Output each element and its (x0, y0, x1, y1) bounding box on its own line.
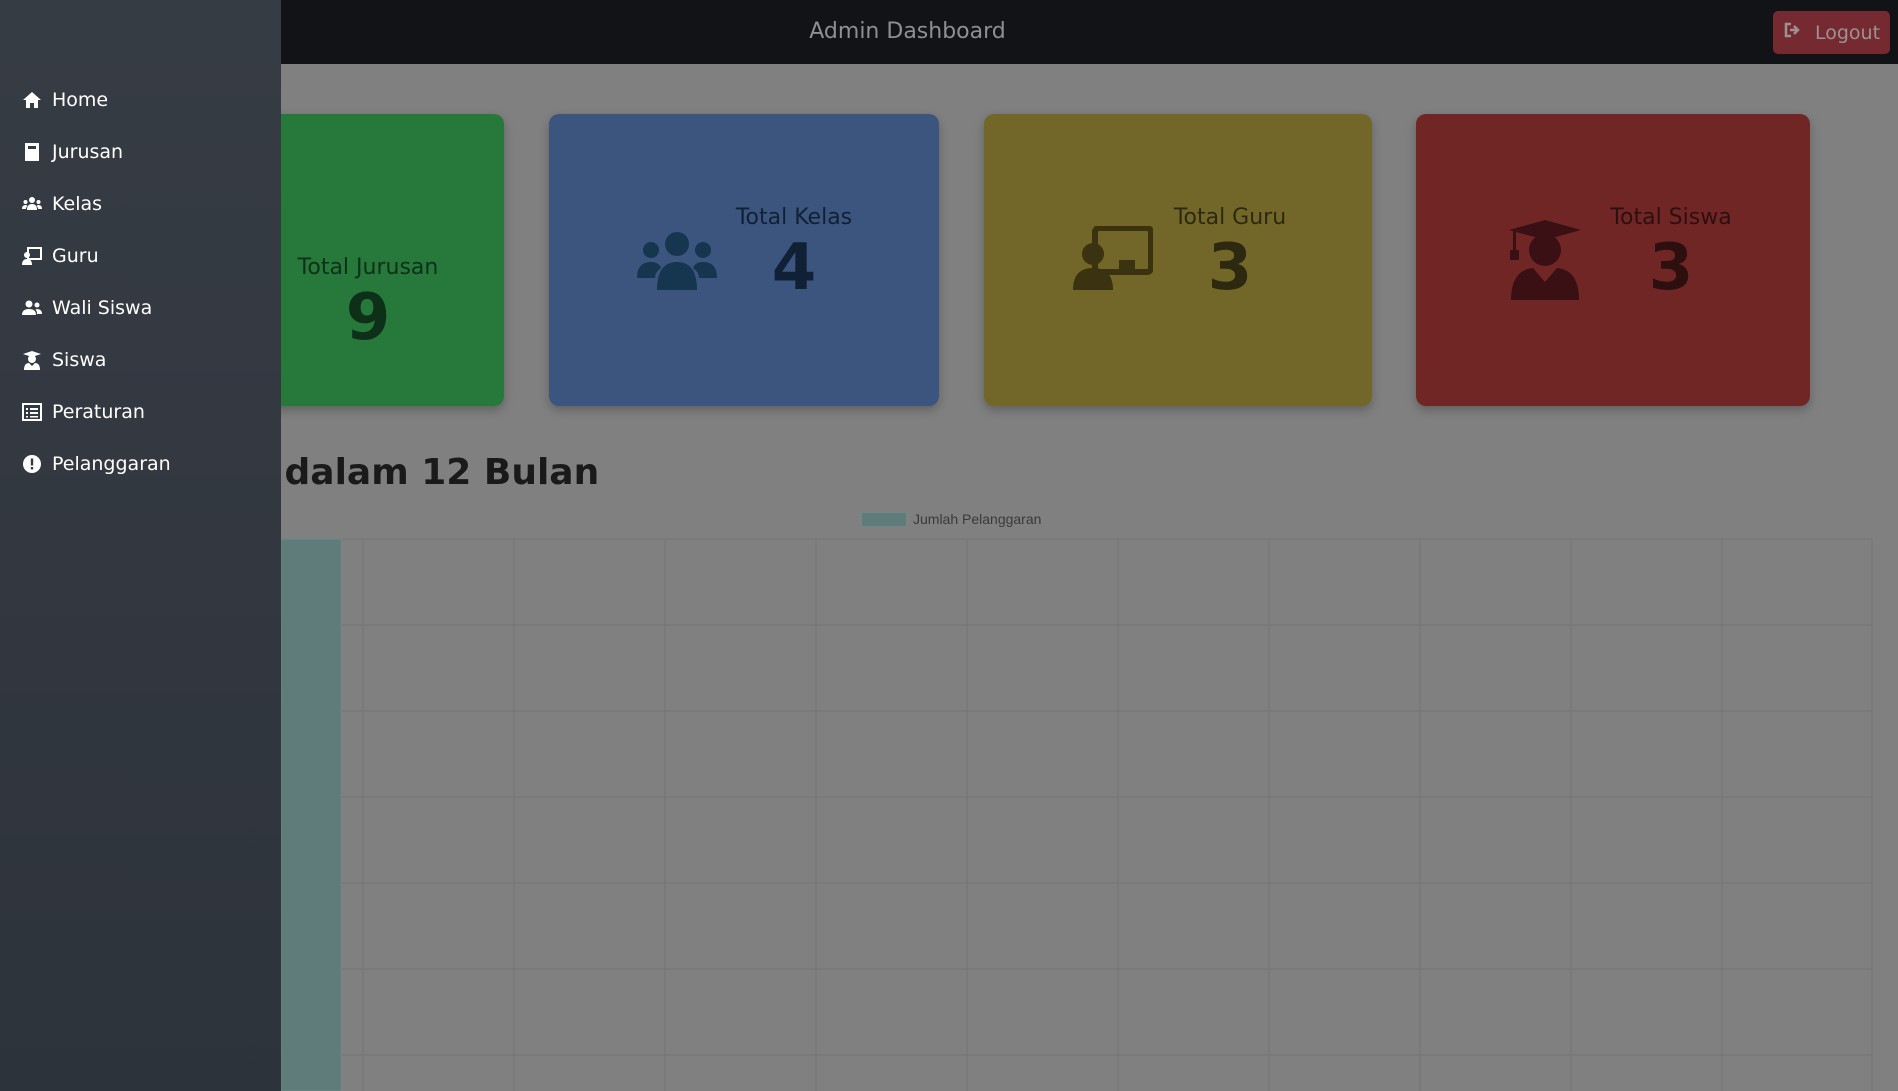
logout-button[interactable]: Logout (1773, 11, 1890, 54)
sidebar-item-label: Jurusan (52, 141, 124, 163)
sidebar-item-peraturan[interactable]: Peraturan (0, 386, 281, 438)
top-navbar: Admin Dashboard Logout (0, 0, 1898, 64)
sidebar-item-label: Guru (52, 245, 99, 267)
sidebar-item-label: Wali Siswa (52, 297, 153, 319)
user-friends-icon (22, 298, 42, 318)
student-icon (22, 350, 42, 370)
sidebar-item-siswa[interactable]: Siswa (0, 334, 281, 386)
sidebar-item-home[interactable]: Home (0, 74, 281, 126)
sidebar-item-pelanggaran[interactable]: Pelanggaran (0, 438, 281, 490)
sidebar-item-wali-siswa[interactable]: Wali Siswa (0, 282, 281, 334)
sign-out-icon (1783, 20, 1803, 45)
users-icon (22, 194, 42, 214)
sidebar-item-guru[interactable]: Guru (0, 230, 281, 282)
sidebar-item-kelas[interactable]: Kelas (0, 178, 281, 230)
sidebar: Home Jurusan Kelas Guru Wali Siswa Siswa… (0, 0, 281, 1091)
sidebar-item-label: Pelanggaran (52, 453, 171, 475)
book-icon (22, 142, 42, 162)
exclamation-circle-icon (22, 454, 42, 474)
sidebar-item-label: Peraturan (52, 401, 145, 423)
sidebar-nav: Home Jurusan Kelas Guru Wali Siswa Siswa… (0, 74, 281, 490)
teacher-icon (22, 246, 42, 266)
home-icon (22, 90, 42, 110)
sidebar-item-label: Kelas (52, 193, 103, 215)
bar-chart (280, 538, 1873, 1091)
chart-grid (280, 538, 1873, 1091)
logout-label: Logout (1814, 21, 1881, 44)
main-content: Total Jurusan 9 Total Kelas 4 Total Guru… (0, 64, 1898, 1091)
sidebar-item-label: Home (52, 89, 109, 111)
sidebar-item-jurusan[interactable]: Jurusan (0, 126, 281, 178)
list-icon (22, 402, 42, 422)
chart-bar (280, 538, 342, 1091)
sidebar-item-label: Siswa (52, 349, 107, 371)
